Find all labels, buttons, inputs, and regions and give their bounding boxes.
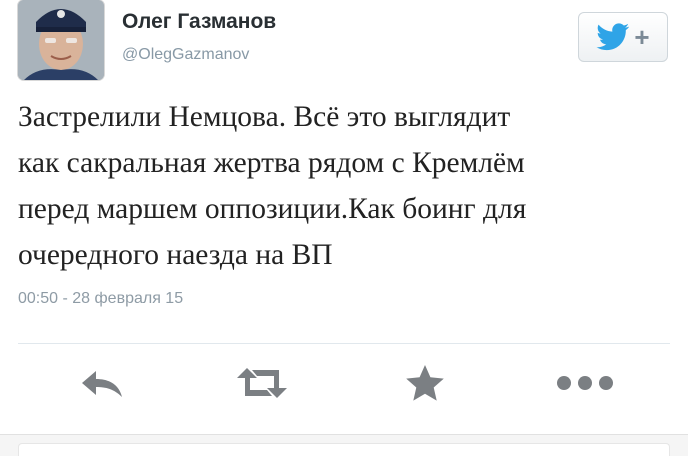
retweet-icon — [237, 368, 287, 398]
display-name[interactable]: Олег Газманов — [122, 10, 276, 34]
more-dots-icon — [557, 376, 613, 390]
tweet-timestamp[interactable]: 00:50 - 28 февраля 15 — [18, 290, 183, 308]
tweet-text-line: как сакральная жертва рядом с Кремлём — [18, 147, 525, 179]
tweet-card: Олег Газманов @OlegGazmanov + Застрелили… — [0, 0, 688, 456]
tweet-text-line: перед маршем оппозиции.Как боинг для — [18, 193, 527, 225]
reply-bar — [0, 434, 688, 456]
retweet-button[interactable] — [232, 362, 292, 404]
tweet-text: Застрелили Немцова. Всё это выглядит как… — [18, 94, 678, 278]
avatar[interactable] — [18, 0, 104, 80]
profile-photo-icon — [18, 0, 104, 80]
favorite-star-icon — [406, 365, 444, 401]
twitter-bird-icon — [596, 23, 630, 51]
follow-button[interactable]: + — [578, 12, 668, 62]
tweet-text-line: очередного наезда на ВП — [18, 239, 333, 271]
divider — [18, 343, 670, 344]
reply-button[interactable] — [72, 362, 132, 404]
reply-input-edge[interactable] — [18, 443, 670, 456]
tweet-text-line: Застрелили Немцова. Всё это выглядит — [18, 101, 511, 133]
reply-icon — [82, 371, 122, 397]
follow-plus-label: + — [634, 22, 650, 52]
user-handle[interactable]: @OlegGazmanov — [122, 46, 249, 64]
more-button[interactable] — [555, 362, 615, 404]
favorite-button[interactable] — [395, 362, 455, 404]
